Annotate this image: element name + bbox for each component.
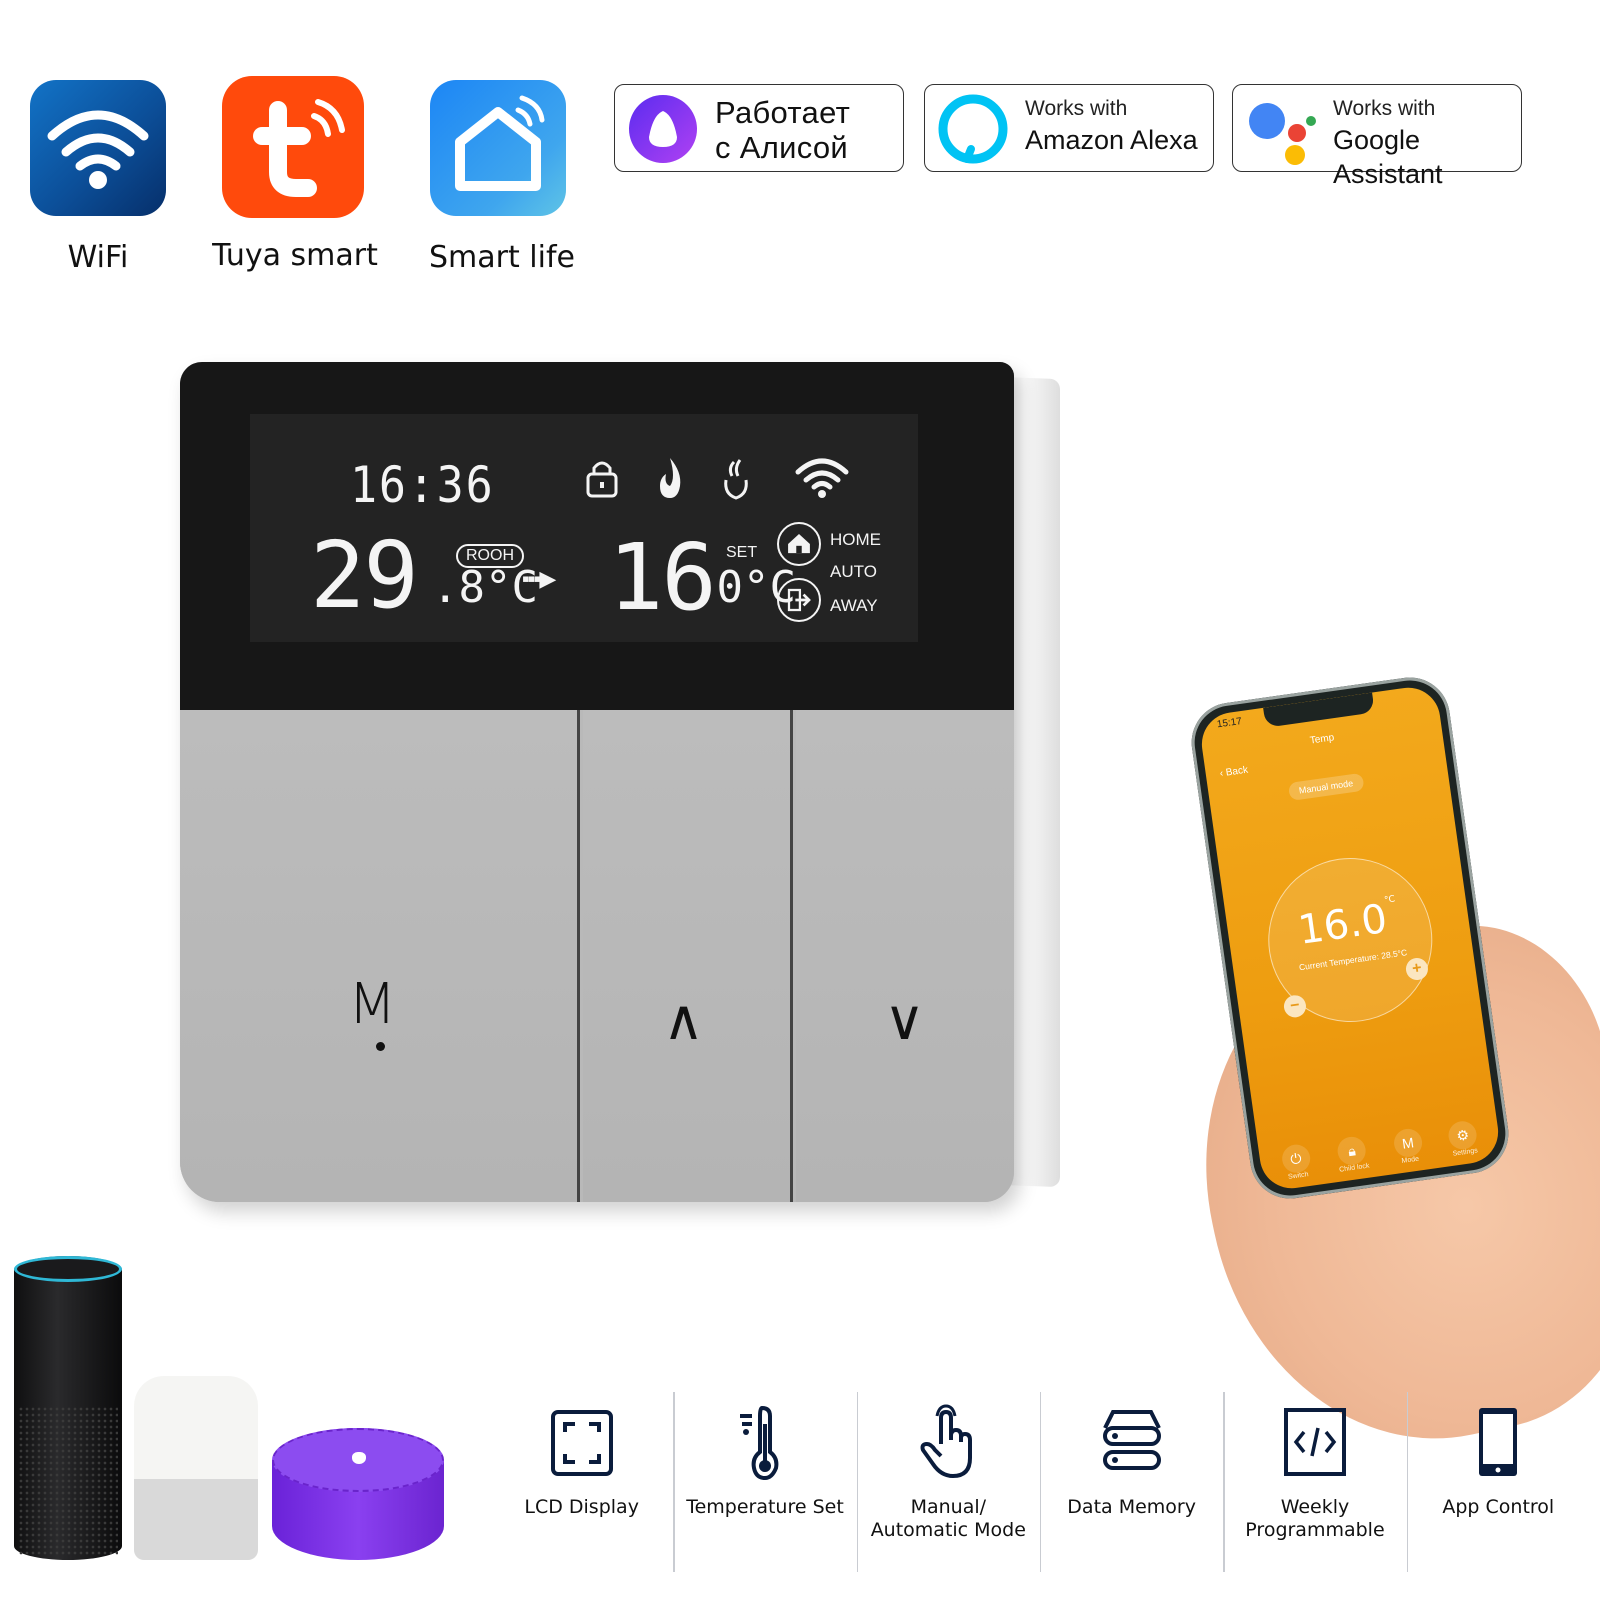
chevron-down-icon: ∨ bbox=[884, 988, 925, 1053]
feature-label: App Control bbox=[1442, 1496, 1555, 1518]
nav-switch[interactable]: ⏻ Switch bbox=[1280, 1142, 1313, 1181]
amazon-echo-speaker bbox=[14, 1256, 122, 1560]
feature-label: LCD Display bbox=[524, 1496, 639, 1518]
away-mode-icon bbox=[777, 578, 821, 622]
home-icon bbox=[455, 95, 545, 191]
mode-away-label: AWAY bbox=[830, 596, 878, 615]
mode-button-glyph: M bbox=[348, 972, 397, 1037]
smart-life-app-icon bbox=[430, 80, 566, 216]
mode-button[interactable]: M bbox=[180, 710, 580, 1202]
feature-lcd-display: LCD Display bbox=[490, 1402, 673, 1572]
alice-logo-icon bbox=[629, 95, 697, 163]
yandex-station-top bbox=[272, 1428, 444, 1492]
heating-hand-icon bbox=[714, 454, 758, 502]
smartphone-icon bbox=[1463, 1402, 1533, 1482]
phone-notch bbox=[1263, 692, 1375, 728]
smart-life-label: Smart life bbox=[429, 240, 575, 275]
feature-label: Manual/ Automatic Mode bbox=[870, 1496, 1026, 1541]
google-assistant-badge: Works with Google Assistant bbox=[1232, 84, 1522, 189]
alexa-big-text: Amazon Alexa bbox=[1025, 125, 1198, 155]
tuya-t-logo-icon bbox=[253, 99, 345, 197]
nav-child-lock[interactable]: 🔒︎ Child lock bbox=[1335, 1134, 1370, 1173]
clock-display: 16:36 bbox=[350, 456, 495, 514]
thermometer-icon bbox=[730, 1402, 800, 1482]
alice-light-icon bbox=[352, 1452, 366, 1464]
lcd-screen: 16:36 29 .8°C ROOH ▪▪▪▶ 16 .0°C SET HOME… bbox=[250, 414, 918, 642]
echo-grille bbox=[18, 1406, 118, 1556]
feature-list: LCD Display Temperature Set Manual/ Auto… bbox=[490, 1392, 1590, 1572]
home-mode-icon bbox=[777, 522, 821, 566]
google-big-text: Google Assistant bbox=[1333, 125, 1443, 189]
google-home-speaker bbox=[134, 1376, 258, 1560]
power-icon: ⏻ bbox=[1280, 1142, 1312, 1174]
wifi-icon bbox=[47, 110, 149, 189]
hand-pointer-icon bbox=[913, 1402, 983, 1482]
feature-label: Data Memory bbox=[1067, 1496, 1196, 1518]
wifi-status-icon bbox=[794, 454, 850, 502]
alexa-badge: Works with Amazon Alexa bbox=[924, 84, 1214, 172]
set-label: SET bbox=[726, 544, 758, 561]
lock-icon: 🔒︎ bbox=[1336, 1134, 1368, 1167]
alexa-logo-icon bbox=[938, 94, 1008, 164]
alice-line2: с Алисой bbox=[715, 130, 848, 165]
temperature-down-button[interactable]: ∨ bbox=[796, 710, 1014, 1202]
feature-app-control: App Control bbox=[1406, 1392, 1590, 1572]
database-icon bbox=[1097, 1402, 1167, 1482]
room-tag: ROOH bbox=[456, 544, 524, 568]
feature-weekly-programmable: Weekly Programmable bbox=[1223, 1392, 1406, 1572]
mode-home-label: HOME bbox=[830, 530, 881, 549]
increase-button[interactable]: + bbox=[1404, 956, 1430, 982]
phone-screen: 15:17 Temp ‹ Back Manual mode 16.0°C Cur… bbox=[1197, 683, 1503, 1193]
phone-back-button[interactable]: ‹ Back bbox=[1219, 765, 1249, 780]
decrease-button[interactable]: − bbox=[1282, 993, 1308, 1019]
manual-mode-pill[interactable]: Manual mode bbox=[1287, 772, 1365, 801]
temperature-up-button[interactable]: ∧ bbox=[583, 710, 793, 1202]
mode-icon: M bbox=[1392, 1126, 1424, 1159]
mode-auto-label: AUTO bbox=[830, 562, 877, 581]
wifi-label: WiFi bbox=[67, 240, 129, 275]
alice-badge: Работает с Алисой bbox=[614, 84, 904, 172]
screen-bezel: 16:36 29 .8°C ROOH ▪▪▪▶ 16 .0°C SET HOME… bbox=[180, 362, 1014, 710]
alice-line1: Работает bbox=[715, 95, 851, 130]
arrow-indicator: ▪▪▪▶ bbox=[522, 566, 556, 591]
room-temperature-value: 29 bbox=[310, 522, 419, 629]
wifi-app-icon bbox=[30, 80, 166, 216]
feature-label: Temperature Set bbox=[686, 1496, 844, 1518]
echo-light-ring bbox=[14, 1256, 122, 1282]
gear-icon: ⚙ bbox=[1446, 1118, 1479, 1151]
feature-manual-automatic-mode: Manual/ Automatic Mode bbox=[856, 1392, 1040, 1572]
flame-icon bbox=[648, 454, 692, 502]
nav-settings[interactable]: ⚙ Settings bbox=[1446, 1118, 1480, 1158]
alexa-small-text: Works with bbox=[1025, 97, 1128, 120]
thermostat-device: 16:36 29 .8°C ROOH ▪▪▪▶ 16 .0°C SET HOME… bbox=[180, 362, 1080, 1202]
phone-status-time: 15:17 bbox=[1216, 715, 1243, 731]
feature-temperature-set: Temperature Set bbox=[673, 1392, 856, 1572]
google-small-text: Works with bbox=[1333, 97, 1436, 120]
lcd-display-icon bbox=[547, 1402, 617, 1482]
temperature-dial[interactable]: 16.0°C Current Temperature: 28.5°C − + bbox=[1257, 847, 1443, 1033]
tuya-app-icon bbox=[222, 76, 364, 218]
feature-data-memory: Data Memory bbox=[1039, 1392, 1223, 1572]
thermostat-face: 16:36 29 .8°C ROOH ▪▪▪▶ 16 .0°C SET HOME… bbox=[180, 362, 1014, 1202]
code-tablet-icon bbox=[1280, 1402, 1350, 1482]
yandex-station-speaker bbox=[272, 1428, 444, 1560]
nav-mode[interactable]: M Mode bbox=[1392, 1126, 1425, 1166]
phone-in-hand: 15:17 Temp ‹ Back Manual mode 16.0°C Cur… bbox=[1162, 672, 1600, 1479]
tuya-label: Tuya smart bbox=[212, 238, 378, 273]
mode-dot bbox=[376, 1042, 385, 1051]
chevron-up-icon: ∧ bbox=[663, 988, 704, 1053]
feature-label: Weekly Programmable bbox=[1245, 1496, 1385, 1541]
lock-icon bbox=[580, 454, 624, 502]
google-assistant-logo-icon bbox=[1249, 103, 1316, 165]
